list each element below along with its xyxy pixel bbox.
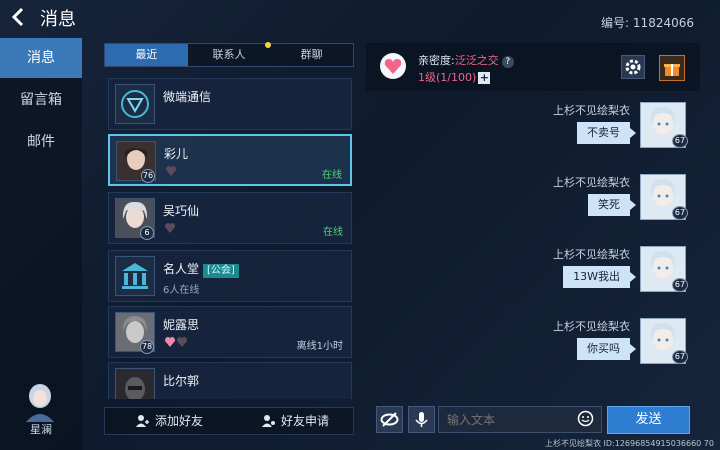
contact-avatar bbox=[115, 368, 155, 399]
uid-label: 编号: bbox=[601, 16, 630, 30]
list-item[interactable]: 78 妮露思 离线1小时 bbox=[108, 306, 352, 358]
gift-icon bbox=[664, 64, 680, 76]
level-badge: 67 bbox=[672, 278, 688, 292]
eye-slash-icon bbox=[380, 412, 399, 427]
intimacy-value: 泛泛之交 bbox=[454, 54, 499, 67]
guild-name: 名人堂 bbox=[163, 262, 200, 276]
friend-actions: 添加好友 好友申请 bbox=[104, 407, 354, 435]
add-friend-button[interactable]: 添加好友 bbox=[135, 408, 203, 434]
status-online: 在线 bbox=[323, 227, 343, 238]
my-name: 星澜 bbox=[30, 423, 52, 436]
top-bar: 消息 编号: 11824066 bbox=[0, 0, 720, 36]
message-bubble[interactable]: 笑死 bbox=[588, 194, 636, 216]
tab-contacts[interactable]: 联系人 bbox=[188, 44, 271, 66]
send-button[interactable]: 发送 bbox=[607, 406, 690, 434]
settings-button[interactable] bbox=[621, 55, 645, 79]
tab-recent[interactable]: 最近 bbox=[105, 44, 188, 66]
uid-value: 11824066 bbox=[632, 16, 694, 30]
add-friend-icon bbox=[136, 415, 149, 427]
intimacy-level-text: 1级(1/100) bbox=[418, 71, 477, 84]
friend-request-icon bbox=[262, 415, 275, 427]
my-avatar[interactable] bbox=[22, 382, 58, 422]
back-arrow-icon[interactable] bbox=[8, 6, 30, 28]
user-id: 编号: 11824066 bbox=[601, 14, 694, 31]
list-item[interactable]: 名人堂 [公会] 6人在线 bbox=[108, 250, 352, 302]
heart-icon bbox=[166, 166, 176, 176]
online-count: 6人在线 bbox=[163, 285, 200, 296]
list-item[interactable]: 76 彩儿 在线 bbox=[108, 134, 352, 186]
plus-icon[interactable]: + bbox=[478, 72, 491, 84]
intimacy-label: 亲密度:泛泛之交? bbox=[418, 52, 514, 68]
message-sender: 上杉不见绘梨衣 bbox=[553, 320, 630, 333]
emoji-icon[interactable] bbox=[577, 410, 594, 427]
level-badge: 67 bbox=[672, 134, 688, 148]
gear-icon bbox=[625, 59, 641, 75]
tab-groups[interactable]: 群聊 bbox=[270, 44, 353, 66]
guild-avatar bbox=[115, 256, 155, 296]
microphone-icon bbox=[415, 412, 428, 427]
heart-icon bbox=[384, 59, 402, 74]
contact-name: 名人堂 [公会] bbox=[163, 260, 239, 278]
intimacy-title: 亲密度: bbox=[418, 54, 455, 67]
hearts-icon bbox=[165, 337, 187, 347]
nav-item-mail[interactable]: 邮件 bbox=[0, 122, 82, 162]
contact-name: 吴巧仙 bbox=[163, 204, 200, 218]
list-item[interactable]: 比尔郭 bbox=[108, 362, 352, 399]
contact-list: 微端通信 76 彩儿 在线 6 吴巧仙 在线 名人堂 [公会] 6人在线 78 妮… bbox=[104, 74, 356, 399]
guild-tag: [公会] bbox=[203, 264, 239, 278]
notification-dot bbox=[265, 42, 271, 48]
level-badge: 67 bbox=[672, 206, 688, 220]
quick-phrase-button[interactable] bbox=[376, 406, 403, 433]
intimacy-badge bbox=[380, 53, 406, 79]
contact-name: 妮露思 bbox=[163, 318, 200, 332]
message-bubble[interactable]: 不卖号 bbox=[577, 122, 636, 144]
add-friend-label: 添加好友 bbox=[155, 414, 204, 428]
friend-request-button[interactable]: 好友申请 bbox=[261, 408, 329, 434]
terminal-icon bbox=[121, 90, 149, 118]
list-item[interactable]: 微端通信 bbox=[108, 78, 352, 130]
chat-message: 上杉不见绘梨衣 你买吗 67 bbox=[386, 318, 688, 378]
level-badge: 76 bbox=[141, 169, 155, 183]
gift-button[interactable] bbox=[659, 55, 685, 81]
contact-name: 彩儿 bbox=[164, 147, 189, 161]
help-icon[interactable]: ? bbox=[501, 56, 514, 68]
chat-message: 上杉不见绘梨衣 13W我出 67 bbox=[386, 246, 688, 306]
intimacy-level: 1级(1/100) + bbox=[418, 69, 491, 85]
message-sender: 上杉不见绘梨衣 bbox=[553, 176, 630, 189]
status-offline: 离线1小时 bbox=[296, 341, 343, 352]
message-bubble[interactable]: 13W我出 bbox=[563, 266, 636, 288]
level-badge: 6 bbox=[140, 226, 154, 240]
nav-item-messages[interactable]: 消息 bbox=[0, 38, 82, 78]
building-icon bbox=[122, 263, 148, 289]
message-sender: 上杉不见绘梨衣 bbox=[553, 104, 630, 117]
list-item[interactable]: 6 吴巧仙 在线 bbox=[108, 192, 352, 244]
contact-tabs: 最近 联系人 群聊 bbox=[104, 43, 354, 67]
message-sender: 上杉不见绘梨衣 bbox=[553, 248, 630, 261]
intimacy-panel: 亲密度:泛泛之交? 1级(1/100) + bbox=[366, 43, 700, 91]
chat-message: 上杉不见绘梨衣 笑死 67 bbox=[386, 174, 688, 234]
contact-name: 比尔郭 bbox=[163, 374, 200, 388]
page-title: 消息 bbox=[40, 9, 76, 30]
chat-message: 上杉不见绘梨衣 不卖号 67 bbox=[386, 102, 688, 162]
footer-id: 上杉不见绘梨衣 ID:12696854915036660 70 bbox=[544, 439, 714, 448]
level-badge: 78 bbox=[140, 340, 154, 354]
terminal-avatar bbox=[115, 84, 155, 124]
nav-item-guestbook[interactable]: 留言箱 bbox=[0, 80, 82, 120]
friend-request-label: 好友申请 bbox=[281, 414, 330, 428]
voice-button[interactable] bbox=[408, 406, 435, 433]
status-online: 在线 bbox=[322, 170, 342, 181]
contact-name: 微端通信 bbox=[163, 90, 212, 104]
level-badge: 67 bbox=[672, 350, 688, 364]
portrait-icon bbox=[116, 369, 154, 399]
heart-icon bbox=[165, 223, 175, 233]
message-bubble[interactable]: 你买吗 bbox=[577, 338, 636, 360]
